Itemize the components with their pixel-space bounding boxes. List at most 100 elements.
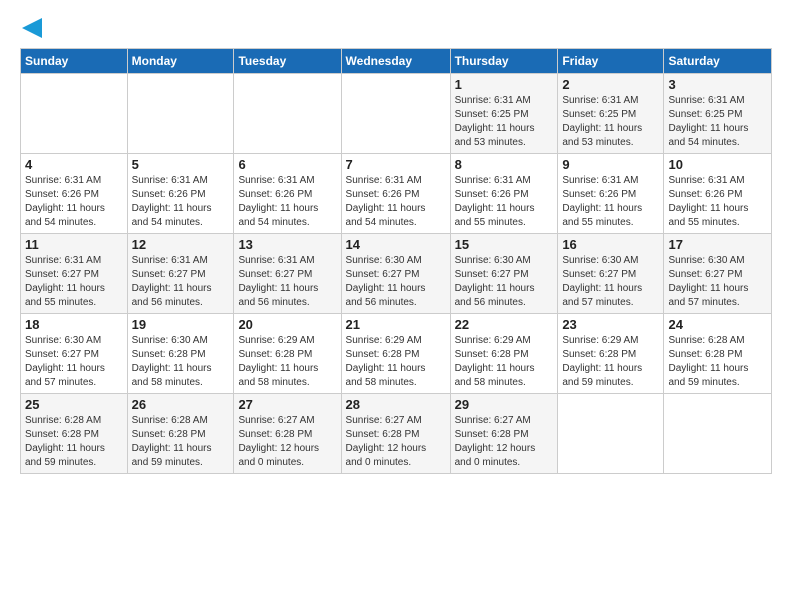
calendar-cell: 23 Sunrise: 6:29 AM Sunset: 6:28 PM Dayli… [558,314,664,394]
calendar-week-row: 25 Sunrise: 6:28 AM Sunset: 6:28 PM Dayli… [21,394,772,474]
calendar-cell: 9Sunrise: 6:31 AM Sunset: 6:26 PM Daylig… [558,154,664,234]
calendar-cell: 6Sunrise: 6:31 AM Sunset: 6:26 PM Daylig… [234,154,341,234]
day-number: 14 [346,237,446,252]
day-number: 13 [238,237,336,252]
calendar-cell: 5 Sunrise: 6:31 AM Sunset: 6:26 PM Daylig… [127,154,234,234]
logo [20,20,42,38]
logo-arrow-icon [22,18,42,38]
calendar-cell: 21 Sunrise: 6:29 AM Sunset: 6:28 PM Dayli… [341,314,450,394]
day-info: Sunrise: 6:30 AM Sunset: 6:27 PM Dayligh… [668,254,767,310]
header-row: SundayMondayTuesdayWednesdayThursdayFrid… [21,49,772,74]
calendar-cell: 20Sunrise: 6:29 AM Sunset: 6:28 PM Dayli… [234,314,341,394]
day-info: Sunrise: 6:30 AM Sunset: 6:27 PM Dayligh… [346,254,446,310]
day-number: 3 [668,77,767,92]
calendar-cell: 18 Sunrise: 6:30 AM Sunset: 6:27 PM Dayli… [21,314,128,394]
day-number: 10 [668,157,767,172]
day-info: Sunrise: 6:31 AM Sunset: 6:26 PM Dayligh… [25,174,123,230]
day-number: 18 [25,317,123,332]
day-number: 1 [455,77,554,92]
day-number: 4 [25,157,123,172]
calendar-cell [341,74,450,154]
calendar-cell: 8 Sunrise: 6:31 AM Sunset: 6:26 PM Daylig… [450,154,558,234]
day-info: Sunrise: 6:31 AM Sunset: 6:27 PM Dayligh… [238,254,336,310]
calendar-cell: 7 Sunrise: 6:31 AM Sunset: 6:26 PM Daylig… [341,154,450,234]
day-number: 7 [346,157,446,172]
calendar-cell: 26 Sunrise: 6:28 AM Sunset: 6:28 PM Dayli… [127,394,234,474]
day-info: Sunrise: 6:31 AM Sunset: 6:26 PM Dayligh… [132,174,230,230]
day-info: Sunrise: 6:31 AM Sunset: 6:26 PM Dayligh… [346,174,446,230]
day-info: Sunrise: 6:30 AM Sunset: 6:28 PM Dayligh… [132,334,230,390]
calendar-cell: 22 Sunrise: 6:29 AM Sunset: 6:28 PM Dayli… [450,314,558,394]
day-info: Sunrise: 6:27 AM Sunset: 6:28 PM Dayligh… [455,414,554,470]
calendar-cell: 27 Sunrise: 6:27 AM Sunset: 6:28 PM Dayli… [234,394,341,474]
day-info: Sunrise: 6:31 AM Sunset: 6:26 PM Dayligh… [455,174,554,230]
day-number: 21 [346,317,446,332]
day-info: Sunrise: 6:31 AM Sunset: 6:27 PM Dayligh… [132,254,230,310]
calendar-cell [558,394,664,474]
day-number: 17 [668,237,767,252]
page-header [20,20,772,38]
calendar-cell: 11 Sunrise: 6:31 AM Sunset: 6:27 PM Dayli… [21,234,128,314]
calendar-cell [127,74,234,154]
day-number: 26 [132,397,230,412]
calendar-cell: 16Sunrise: 6:30 AM Sunset: 6:27 PM Dayli… [558,234,664,314]
day-number: 28 [346,397,446,412]
calendar-cell: 14 Sunrise: 6:30 AM Sunset: 6:27 PM Dayli… [341,234,450,314]
calendar-cell: 24 Sunrise: 6:28 AM Sunset: 6:28 PM Dayli… [664,314,772,394]
calendar-cell: 28Sunrise: 6:27 AM Sunset: 6:28 PM Dayli… [341,394,450,474]
day-info: Sunrise: 6:29 AM Sunset: 6:28 PM Dayligh… [562,334,659,390]
header-day: Sunday [21,49,128,74]
day-info: Sunrise: 6:30 AM Sunset: 6:27 PM Dayligh… [25,334,123,390]
day-info: Sunrise: 6:30 AM Sunset: 6:27 PM Dayligh… [455,254,554,310]
calendar-cell: 19Sunrise: 6:30 AM Sunset: 6:28 PM Dayli… [127,314,234,394]
calendar-cell [664,394,772,474]
day-number: 11 [25,237,123,252]
day-info: Sunrise: 6:31 AM Sunset: 6:27 PM Dayligh… [25,254,123,310]
day-info: Sunrise: 6:29 AM Sunset: 6:28 PM Dayligh… [238,334,336,390]
day-number: 24 [668,317,767,332]
calendar-cell: 1 Sunrise: 6:31 AM Sunset: 6:25 PM Daylig… [450,74,558,154]
day-info: Sunrise: 6:31 AM Sunset: 6:25 PM Dayligh… [668,94,767,150]
day-info: Sunrise: 6:27 AM Sunset: 6:28 PM Dayligh… [238,414,336,470]
day-info: Sunrise: 6:30 AM Sunset: 6:27 PM Dayligh… [562,254,659,310]
day-number: 5 [132,157,230,172]
calendar-cell [21,74,128,154]
day-info: Sunrise: 6:31 AM Sunset: 6:25 PM Dayligh… [562,94,659,150]
day-info: Sunrise: 6:28 AM Sunset: 6:28 PM Dayligh… [132,414,230,470]
day-info: Sunrise: 6:31 AM Sunset: 6:26 PM Dayligh… [562,174,659,230]
calendar-cell: 10 Sunrise: 6:31 AM Sunset: 6:26 PM Dayli… [664,154,772,234]
day-number: 27 [238,397,336,412]
header-day: Thursday [450,49,558,74]
day-info: Sunrise: 6:29 AM Sunset: 6:28 PM Dayligh… [346,334,446,390]
header-day: Wednesday [341,49,450,74]
day-info: Sunrise: 6:28 AM Sunset: 6:28 PM Dayligh… [668,334,767,390]
header-day: Monday [127,49,234,74]
day-number: 12 [132,237,230,252]
calendar-cell: 17 Sunrise: 6:30 AM Sunset: 6:27 PM Dayli… [664,234,772,314]
day-info: Sunrise: 6:28 AM Sunset: 6:28 PM Dayligh… [25,414,123,470]
calendar-cell: 4 Sunrise: 6:31 AM Sunset: 6:26 PM Daylig… [21,154,128,234]
day-number: 15 [455,237,554,252]
header-day: Friday [558,49,664,74]
calendar-cell [234,74,341,154]
day-info: Sunrise: 6:31 AM Sunset: 6:26 PM Dayligh… [668,174,767,230]
calendar-cell: 29 Sunrise: 6:27 AM Sunset: 6:28 PM Dayli… [450,394,558,474]
calendar-week-row: 4 Sunrise: 6:31 AM Sunset: 6:26 PM Daylig… [21,154,772,234]
day-number: 8 [455,157,554,172]
day-number: 25 [25,397,123,412]
calendar-cell: 13 Sunrise: 6:31 AM Sunset: 6:27 PM Dayli… [234,234,341,314]
day-number: 2 [562,77,659,92]
day-info: Sunrise: 6:29 AM Sunset: 6:28 PM Dayligh… [455,334,554,390]
calendar-cell: 3 Sunrise: 6:31 AM Sunset: 6:25 PM Daylig… [664,74,772,154]
day-number: 22 [455,317,554,332]
day-number: 23 [562,317,659,332]
calendar-week-row: 1 Sunrise: 6:31 AM Sunset: 6:25 PM Daylig… [21,74,772,154]
day-number: 6 [238,157,336,172]
day-number: 29 [455,397,554,412]
calendar-week-row: 11 Sunrise: 6:31 AM Sunset: 6:27 PM Dayli… [21,234,772,314]
calendar-cell: 15 Sunrise: 6:30 AM Sunset: 6:27 PM Dayli… [450,234,558,314]
calendar-cell: 12 Sunrise: 6:31 AM Sunset: 6:27 PM Dayli… [127,234,234,314]
calendar-cell: 2 Sunrise: 6:31 AM Sunset: 6:25 PM Daylig… [558,74,664,154]
header-day: Tuesday [234,49,341,74]
day-info: Sunrise: 6:31 AM Sunset: 6:25 PM Dayligh… [455,94,554,150]
